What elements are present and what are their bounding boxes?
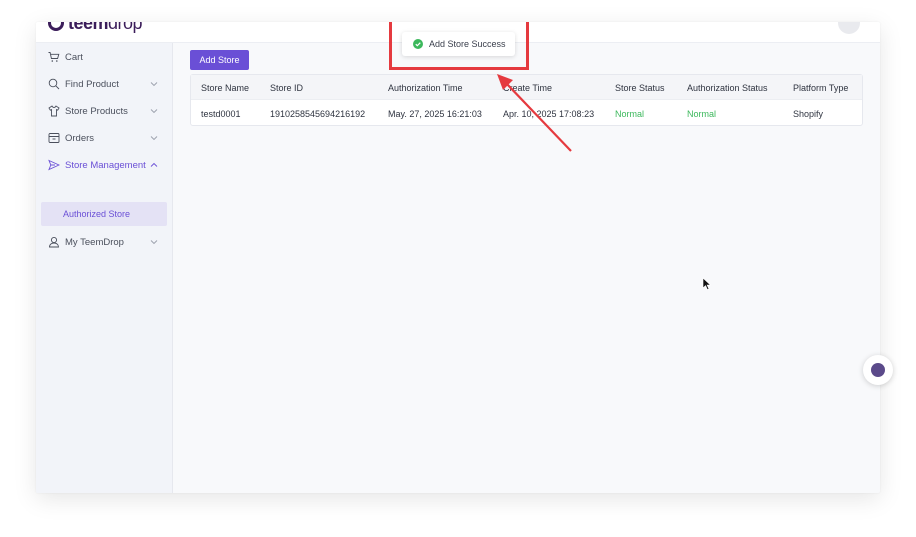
column-header[interactable]: Platform Type [793,83,848,93]
app-window: teemdrop Cart Find Product Store Product… [36,22,880,493]
sidebar-item-my-teemdrop[interactable]: My TeemDrop [36,229,173,255]
chevron-down-icon [150,136,158,141]
chevron-down-icon [150,82,158,87]
store-id-cell: 1910258545694216192 [270,109,366,119]
sidebar: Cart Find Product Store Products Orders [36,43,173,493]
sidebar-item-store-products[interactable]: Store Products [36,98,173,124]
sidebar-item-cart[interactable]: Cart [36,44,173,70]
user-icon [48,236,60,248]
success-toast: Add Store Success [402,32,515,56]
authorization-status-cell: Normal [687,109,717,119]
authorization-time-cell: May. 27, 2025 16:21:03 [388,109,482,119]
mouse-cursor-icon [702,277,712,291]
main-content: Add Store Store Name Store ID Authorizat… [173,43,880,493]
column-header[interactable]: Create Time [503,83,552,93]
create-time-cell: Apr. 10, 2025 17:08:23 [503,109,595,119]
sidebar-item-find-product[interactable]: Find Product [36,71,173,97]
sidebar-item-store-management[interactable]: Store Management [36,152,173,178]
sidebar-item-label: Store Products [65,105,128,117]
chat-icon [871,363,885,377]
column-header[interactable]: Store Status [615,83,665,93]
sidebar-item-label: My TeemDrop [65,236,124,248]
orders-icon [48,132,60,144]
sidebar-item-label: Store Management [65,159,146,171]
column-header[interactable]: Store ID [270,83,303,93]
sidebar-subitem-label: Authorized Store [63,209,131,219]
store-status-cell: Normal [615,109,645,119]
add-store-button[interactable]: Add Store [190,50,249,70]
column-header[interactable]: Authorization Time [388,83,463,93]
column-header[interactable]: Store Name [201,83,249,93]
chevron-up-icon [150,162,158,167]
logo[interactable]: teemdrop [48,22,143,33]
check-circle-icon [413,39,423,49]
shirt-icon [48,105,60,117]
table-row[interactable]: testd0001 1910258545694216192 May. 27, 2… [191,100,862,126]
send-icon [48,159,60,171]
sidebar-item-label: Cart [65,51,83,63]
sidebar-item-orders[interactable]: Orders [36,125,173,151]
sidebar-subitem-authorized-store[interactable]: Authorized Store [41,202,167,226]
stores-table: Store Name Store ID Authorization Time C… [190,74,863,126]
column-header[interactable]: Authorization Status [687,83,768,93]
store-name-cell: testd0001 [201,109,241,119]
chevron-down-icon [150,109,158,114]
help-chat-button[interactable] [863,355,893,385]
sidebar-item-label: Orders [65,132,95,144]
avatar[interactable] [838,22,860,34]
cart-icon [48,51,60,63]
sidebar-item-label: Find Product [65,78,119,90]
logo-text: teemdrop [68,22,143,33]
toast-message: Add Store Success [429,39,506,49]
chevron-down-icon [150,240,158,245]
logo-mark-icon [48,22,64,31]
platform-type-cell: Shopify [793,109,824,119]
table-header: Store Name Store ID Authorization Time C… [191,75,862,100]
search-icon [48,78,60,90]
